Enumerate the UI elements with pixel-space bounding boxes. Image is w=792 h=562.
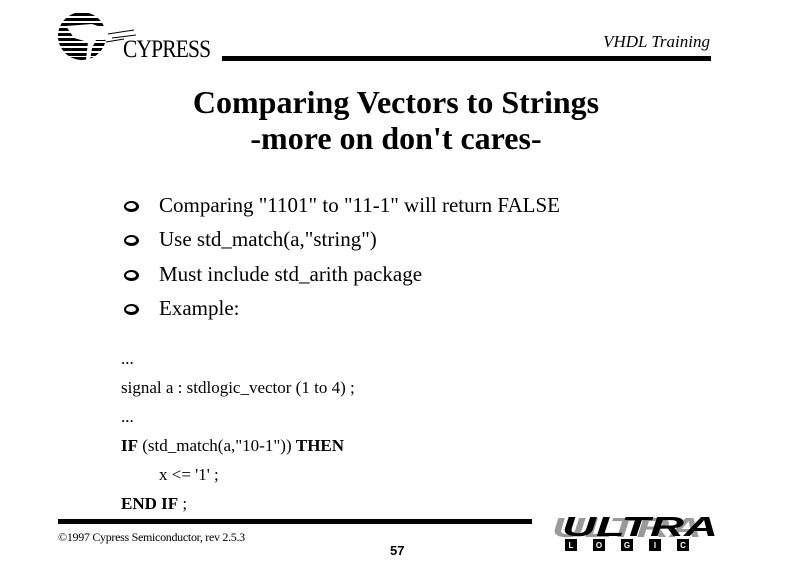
course-title: VHDL Training xyxy=(603,32,710,51)
code-line-signal-decl: signal a : stdlogic_vector (1 to 4) ; xyxy=(121,378,355,397)
code-line-assignment: x <= '1' ; xyxy=(159,465,219,484)
logic-letter: O xyxy=(596,541,602,550)
bullet-item: Example: xyxy=(124,292,560,327)
bullet-text: Comparing "1101" to "11-1" will return F… xyxy=(159,192,560,217)
slide-title-line-2: -more on don't cares- xyxy=(250,120,542,156)
bullet-item: Comparing "1101" to "11-1" will return F… xyxy=(124,188,560,223)
ultra-word: ULTRA xyxy=(562,514,718,542)
code-terminator: ; xyxy=(178,494,188,513)
code-line-end-if: END IF ; xyxy=(121,489,355,518)
code-example: ... signal a : stdlogic_vector (1 to 4) … xyxy=(121,344,355,518)
slide-title-line-1: Comparing Vectors to Strings xyxy=(192,84,600,120)
brand-name: CYPRESS xyxy=(123,36,211,63)
code-condition: (std_match(a,"10-1")) xyxy=(138,436,296,455)
logic-letter: G xyxy=(624,541,630,550)
hollow-circle-bullet-icon xyxy=(124,304,139,316)
hollow-circle-bullet-icon xyxy=(124,235,139,247)
logic-letter: L xyxy=(569,541,574,550)
bullet-item: Must include std_arith package xyxy=(124,257,560,292)
header-divider xyxy=(222,56,711,61)
slide-title: Comparing Vectors to Strings -more on do… xyxy=(0,84,792,156)
bullet-text: Must include std_arith package xyxy=(159,261,423,286)
keyword-end-if: END IF xyxy=(121,494,179,513)
logic-letter: C xyxy=(680,541,686,550)
code-line-ellipsis: ... xyxy=(121,407,134,426)
keyword-if: IF xyxy=(121,436,138,455)
hollow-circle-bullet-icon xyxy=(124,269,139,281)
bullet-list: Comparing "1101" to "11-1" will return F… xyxy=(124,188,560,326)
bullet-item: Use std_match(a,"string") xyxy=(124,223,560,258)
logic-letter: I xyxy=(654,541,656,550)
bullet-text: Example: xyxy=(159,296,240,321)
code-line-if: IF (std_match(a,"10-1")) THEN xyxy=(121,431,355,460)
hollow-circle-bullet-icon xyxy=(124,200,139,212)
copyright-notice: ©1997 Cypress Semiconductor, rev 2.5.3 xyxy=(58,530,245,544)
bullet-text: Use std_match(a,"string") xyxy=(159,227,377,252)
ultralogic-logo-icon: ULTRA ULTRA L O G I C xyxy=(552,514,718,551)
code-line-ellipsis: ... xyxy=(121,349,134,368)
page-number: 57 xyxy=(390,543,405,558)
footer-divider xyxy=(58,519,532,524)
keyword-then: THEN xyxy=(295,436,345,455)
